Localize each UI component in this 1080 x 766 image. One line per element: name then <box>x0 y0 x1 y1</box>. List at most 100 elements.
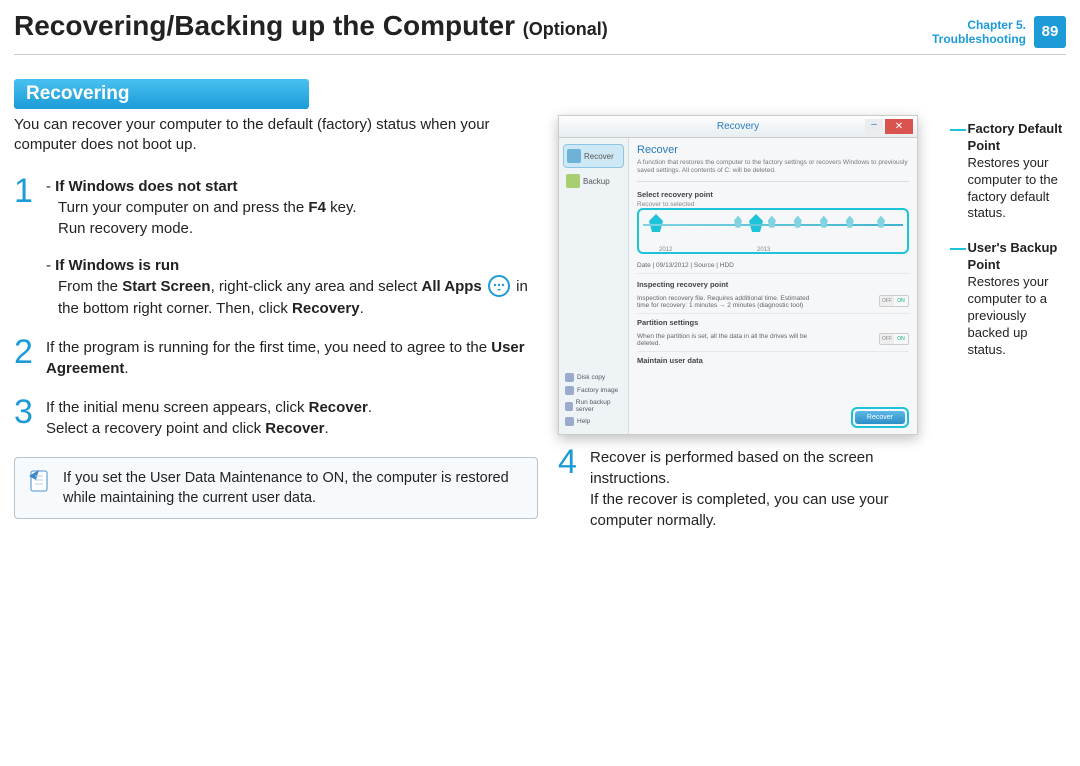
step1-suba-before: Turn your computer on and press the <box>58 199 308 216</box>
help-icon <box>565 417 574 426</box>
screenshot-titlebar: Recovery – ✕ <box>559 116 917 138</box>
factory-point-marker[interactable] <box>649 214 663 232</box>
screenshot-main: Recover A function that restores the com… <box>629 138 917 434</box>
timeline-year-a: 2012 <box>659 247 672 253</box>
s1b-d: All Apps <box>422 278 482 295</box>
inspect-text: Inspection recovery file. Requires addit… <box>637 295 817 309</box>
s2a: If the program is running for the first … <box>46 339 491 356</box>
recovery-screenshot: Recovery – ✕ Recover Backup <box>558 115 918 435</box>
callout-factory-desc: Restores your computer to the factory de… <box>968 155 1066 223</box>
recover-icon <box>567 149 581 163</box>
toggle-off: OFF <box>880 296 894 306</box>
sidebar-bottom-links: Disk copy Factory image Run backup serve… <box>563 371 625 428</box>
inspect-toggle[interactable]: OFFON <box>879 295 909 307</box>
toggle-on: ON <box>894 296 908 306</box>
callout-backup: User's Backup Point Restores your comput… <box>950 240 1066 358</box>
s4-l2: If the recover is completed, you can use… <box>590 491 888 529</box>
header-divider <box>14 54 1066 55</box>
sidebar-item-backup[interactable]: Backup <box>563 170 624 192</box>
sidebar-factory-image[interactable]: Factory image <box>563 384 625 397</box>
date-row: Date | 09/13/2012 | Source | HDD <box>637 258 909 274</box>
sidebar-backup-label: Backup <box>583 177 610 186</box>
s1b-2b: Recovery <box>292 300 360 317</box>
right-column: Recovery – ✕ Recover Backup <box>558 115 1066 549</box>
step1-suba-after: key. <box>326 199 357 216</box>
chapter-label: Chapter 5. Troubleshooting <box>932 18 1026 47</box>
factory-icon <box>565 386 574 395</box>
recover-to-label: Recover to selected <box>637 201 909 208</box>
step-4-number: 4 <box>558 447 580 531</box>
sidebar-disk-copy[interactable]: Disk copy <box>563 371 625 384</box>
header-right: Chapter 5. Troubleshooting 89 <box>932 10 1066 48</box>
partition-toggle[interactable]: OFFON <box>879 333 909 345</box>
minimize-icon[interactable]: – <box>865 119 883 134</box>
timeline-pin[interactable] <box>820 216 828 228</box>
intro-text: You can recover your computer to the def… <box>14 115 538 156</box>
sidebar-item-recover[interactable]: Recover <box>563 144 624 168</box>
backup-icon <box>566 174 580 188</box>
page-number-badge: 89 <box>1034 16 1066 48</box>
step-2-number: 2 <box>14 337 36 379</box>
section-heading: Recovering <box>14 79 309 109</box>
close-icon[interactable]: ✕ <box>885 119 913 134</box>
date-row-text: Date | 09/13/2012 | Source | HDD <box>637 262 734 269</box>
toggle-off2: OFF <box>880 334 894 344</box>
s1b-a: From the <box>58 278 122 295</box>
timeline-pin[interactable] <box>794 216 802 228</box>
s3-1a: If the initial menu screen appears, clic… <box>46 399 309 416</box>
inspect-title: Inspecting recovery point <box>637 280 909 289</box>
callouts: Factory Default Point Restores your comp… <box>950 115 1066 549</box>
note-box: If you set the User Data Maintenance to … <box>14 457 538 520</box>
toggle-on2: ON <box>894 334 908 344</box>
s2c: . <box>124 360 128 377</box>
screenshot-main-heading: Recover <box>637 144 909 156</box>
page-header: Recovering/Backing up the Computer (Opti… <box>14 10 1066 48</box>
sidebar-recover-label: Recover <box>584 152 614 161</box>
sidebar-help[interactable]: Help <box>563 415 625 428</box>
maintain-title: Maintain user data <box>637 356 909 365</box>
partition-row: When the partition is set, all the data … <box>637 329 909 352</box>
server-icon <box>565 402 573 411</box>
factory-label: Factory image <box>577 387 618 394</box>
select-recovery-label: Select recovery point <box>637 190 909 199</box>
timeline-pin[interactable] <box>846 216 854 228</box>
recover-button[interactable]: Recover <box>855 411 905 424</box>
step-1: 1 If Windows does not start Turn your co… <box>14 176 538 319</box>
timeline-pin[interactable] <box>877 216 885 228</box>
page-title: Recovering/Backing up the Computer (Opti… <box>14 10 608 42</box>
runbackup-label: Run backup server <box>576 399 623 413</box>
step1-suba-title: If Windows does not start <box>46 178 238 195</box>
s1b-b: Start Screen <box>122 278 210 295</box>
partition-text: When the partition is set, all the data … <box>637 333 817 347</box>
note-icon <box>27 468 53 509</box>
sidebar-run-backup[interactable]: Run backup server <box>563 397 625 415</box>
timeline-track <box>643 224 903 226</box>
screenshot-main-desc: A function that restores the computer to… <box>637 159 909 182</box>
help-label: Help <box>577 418 590 425</box>
timeline-pin[interactable] <box>734 216 742 228</box>
s4-l1: Recover is performed based on the screen… <box>590 449 873 487</box>
disk-label: Disk copy <box>577 374 605 381</box>
step1-subb-title: If Windows is run <box>46 257 179 274</box>
inspect-row: Inspection recovery file. Requires addit… <box>637 291 909 314</box>
callout-factory: Factory Default Point Restores your comp… <box>950 121 1066 222</box>
timeline-year-b: 2013 <box>757 247 770 253</box>
step-4: 4 Recover is performed based on the scre… <box>558 447 942 531</box>
s1b-c: , right-click any area and select <box>211 278 422 295</box>
s3-2b: Recover <box>265 420 324 437</box>
screenshot-title: Recovery <box>717 121 759 132</box>
partition-title: Partition settings <box>637 318 909 327</box>
callout-backup-title: User's Backup Point <box>968 240 1066 274</box>
callout-backup-desc: Restores your computer to a previously b… <box>968 274 1066 358</box>
timeline-pin[interactable] <box>768 216 776 228</box>
s3-2c: . <box>324 420 328 437</box>
s3-1c: . <box>368 399 372 416</box>
step1-suba-line2: Run recovery mode. <box>58 220 193 237</box>
recovery-timeline[interactable]: 2012 2013 <box>637 208 909 254</box>
chapter-line1: Chapter 5. <box>932 18 1026 32</box>
backup-point-marker[interactable] <box>749 214 763 232</box>
title-main: Recovering/Backing up the Computer <box>14 10 515 41</box>
note-text: If you set the User Data Maintenance to … <box>63 468 525 509</box>
step-3: 3 If the initial menu screen appears, cl… <box>14 397 538 439</box>
left-column: You can recover your computer to the def… <box>14 115 538 549</box>
